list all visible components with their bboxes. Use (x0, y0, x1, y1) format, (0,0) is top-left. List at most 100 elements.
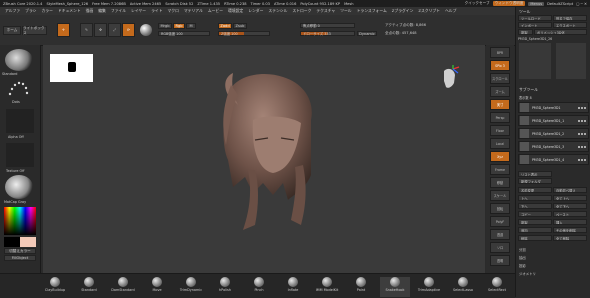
subtool-action-button[interactable]: コピー (518, 211, 552, 217)
list-all-button[interactable]: リスト表示 (518, 171, 552, 177)
window-transparency-button[interactable]: ウィンドウ透明度 (492, 1, 526, 6)
zadd-button[interactable]: Zadd (218, 23, 232, 29)
subtool-action-button[interactable]: 全て削除 (553, 235, 587, 241)
lightbox-button[interactable]: ライトボックス (22, 26, 47, 35)
subtool-action-button[interactable]: 全て下へ (553, 203, 587, 209)
menu-item[interactable]: ステンシル (268, 8, 287, 14)
menu-item[interactable]: ヘルプ (445, 8, 456, 14)
tray-section-header[interactable]: 投影 (519, 263, 526, 268)
zsub-button[interactable]: Zsub (233, 23, 247, 29)
view-button[interactable]: PolyF (490, 216, 510, 227)
menu-item[interactable]: マクロ (168, 8, 179, 14)
switch-color-button[interactable]: 切替えカラー (4, 248, 36, 254)
rotate-button[interactable]: ⟳ (122, 23, 135, 37)
brush-slot[interactable]: ClayBuildup (40, 277, 70, 297)
subtool-row[interactable]: PM3D_Sphere3D1_3 (518, 141, 589, 152)
menu-item[interactable]: ムービー (208, 8, 223, 14)
primary-color-swatch[interactable] (4, 237, 20, 247)
subtool-action-button[interactable]: 複製 (518, 219, 552, 225)
focal-shift-slider[interactable]: 焦点移動 0 (300, 23, 355, 28)
brush-slot[interactable]: Move (142, 277, 172, 297)
subtool-visibility-toggle[interactable] (578, 132, 586, 135)
brush-slot[interactable]: SnakeHook (380, 277, 410, 297)
subtool-action-button[interactable]: 挿入 (553, 219, 587, 225)
menu-item[interactable]: ストローク (292, 8, 311, 14)
mrgb-button[interactable]: Mrgb (158, 23, 172, 29)
color-picker[interactable] (4, 207, 36, 235)
view-button[interactable]: 移動 (490, 177, 510, 188)
view-button[interactable]: 回転 (490, 203, 510, 214)
move-button[interactable]: ✥ (94, 23, 107, 37)
view-button[interactable]: SPix 3 (490, 60, 510, 71)
draw-size-slider[interactable]: ドローサイズ 333 (300, 31, 355, 36)
subtool-action-button[interactable]: その他を削除 (553, 227, 587, 233)
menu-item[interactable]: レンダー (248, 8, 263, 14)
view-button[interactable]: Frame (490, 164, 510, 175)
subtool-visibility-toggle[interactable] (578, 119, 586, 122)
brush-slot[interactable]: SelectLasso (448, 277, 478, 297)
default-zscript[interactable]: DefaultZScript (547, 2, 573, 6)
material-sphere-icon[interactable] (140, 24, 152, 36)
brush-slot[interactable]: DamStandard (108, 277, 138, 297)
texture-slot[interactable] (6, 143, 34, 167)
view-button[interactable]: 透過 (490, 229, 510, 240)
viewport-canvas[interactable] (43, 45, 485, 273)
subtool-action-button[interactable]: 自動並べ替え (553, 187, 587, 193)
subtool-row[interactable]: PM3D_Sphere3D1_1 (518, 115, 589, 126)
menu-item[interactable]: カラー (41, 8, 52, 14)
load-tool-button[interactable]: ツールロード (518, 15, 552, 21)
menu-item[interactable]: アルファ (5, 8, 20, 14)
tray-section-header[interactable]: 抽出 (519, 255, 526, 260)
brush-slot[interactable]: Inflate (278, 277, 308, 297)
menu-item[interactable]: Zプラグイン (392, 8, 414, 14)
view-button[interactable]: 実寸 (490, 99, 510, 110)
menu-item[interactable]: テクスチャ (316, 8, 335, 14)
quicksave-button[interactable]: クイックセーブ (465, 1, 490, 6)
draw-button[interactable]: ✎ (80, 23, 93, 37)
menu-item[interactable]: トランスフォーム (357, 8, 387, 14)
menu-item[interactable]: 編集 (98, 8, 106, 14)
tool-thumbnail-2[interactable] (556, 43, 586, 79)
view-button[interactable]: ズーム (490, 86, 510, 97)
navigation-head-gizmo[interactable] (438, 65, 460, 91)
menu-item[interactable]: 描画 (86, 8, 94, 14)
menus-button[interactable]: Menus (528, 1, 545, 6)
subtool-row[interactable]: PM3D_Sphere3D1_4 (518, 154, 589, 165)
subtool-action-button[interactable]: 上へ (518, 195, 552, 201)
menu-item[interactable]: ファイル (111, 8, 126, 14)
export-button[interactable]: エクスポート (553, 22, 587, 28)
view-button[interactable]: Local (490, 138, 510, 149)
subtool-action-button[interactable]: 下へ (518, 203, 552, 209)
save-as-button[interactable]: 別名で保存 (553, 15, 587, 21)
subtool-action-button[interactable]: ペースト (553, 211, 587, 217)
brush-slot[interactable]: TrimAdaptive (414, 277, 444, 297)
subtool-visibility-toggle[interactable] (578, 145, 586, 148)
matcap-material-icon[interactable] (5, 175, 33, 199)
brush-slot[interactable]: Standard (74, 277, 104, 297)
subtool-visibility-toggle[interactable] (578, 158, 586, 161)
import-button[interactable]: インポート (518, 22, 552, 28)
subtool-visibility-toggle[interactable] (578, 106, 586, 109)
window-controls[interactable]: ▢ ─ ✕ (576, 2, 587, 6)
subtool-action-button[interactable]: 削除 (518, 235, 552, 241)
tray-section-header[interactable]: 分割 (519, 247, 526, 252)
subtool-row[interactable]: PM3D_Sphere3D1 (518, 102, 589, 113)
subtool-action-button[interactable]: 追加 (518, 227, 552, 233)
dynamic-button[interactable]: Dynamic (357, 31, 377, 36)
view-button[interactable]: BPR (490, 47, 510, 58)
brush-slot[interactable]: SelectRect (482, 277, 512, 297)
view-button[interactable]: Persp (490, 112, 510, 123)
view-button[interactable]: Xyz (490, 151, 510, 162)
brush-slot[interactable]: hPolish (210, 277, 240, 297)
rgb-button[interactable]: Rgb (173, 23, 185, 29)
subtool-action-button[interactable]: 全て上へ (553, 195, 587, 201)
z-intensity-slider[interactable]: Z強度 100 (218, 31, 270, 36)
menu-item[interactable]: レイヤー (131, 8, 146, 14)
alpha-slot[interactable] (6, 109, 34, 133)
brush-slot[interactable]: TrimDynamic (176, 277, 206, 297)
new-folder-button[interactable]: 新規フォルダ (518, 178, 552, 184)
secondary-color-swatch[interactable] (20, 237, 36, 247)
brush-slot[interactable]: Paint (346, 277, 376, 297)
m-button[interactable]: M (186, 23, 196, 29)
menu-item[interactable]: ブラシ (25, 8, 36, 14)
